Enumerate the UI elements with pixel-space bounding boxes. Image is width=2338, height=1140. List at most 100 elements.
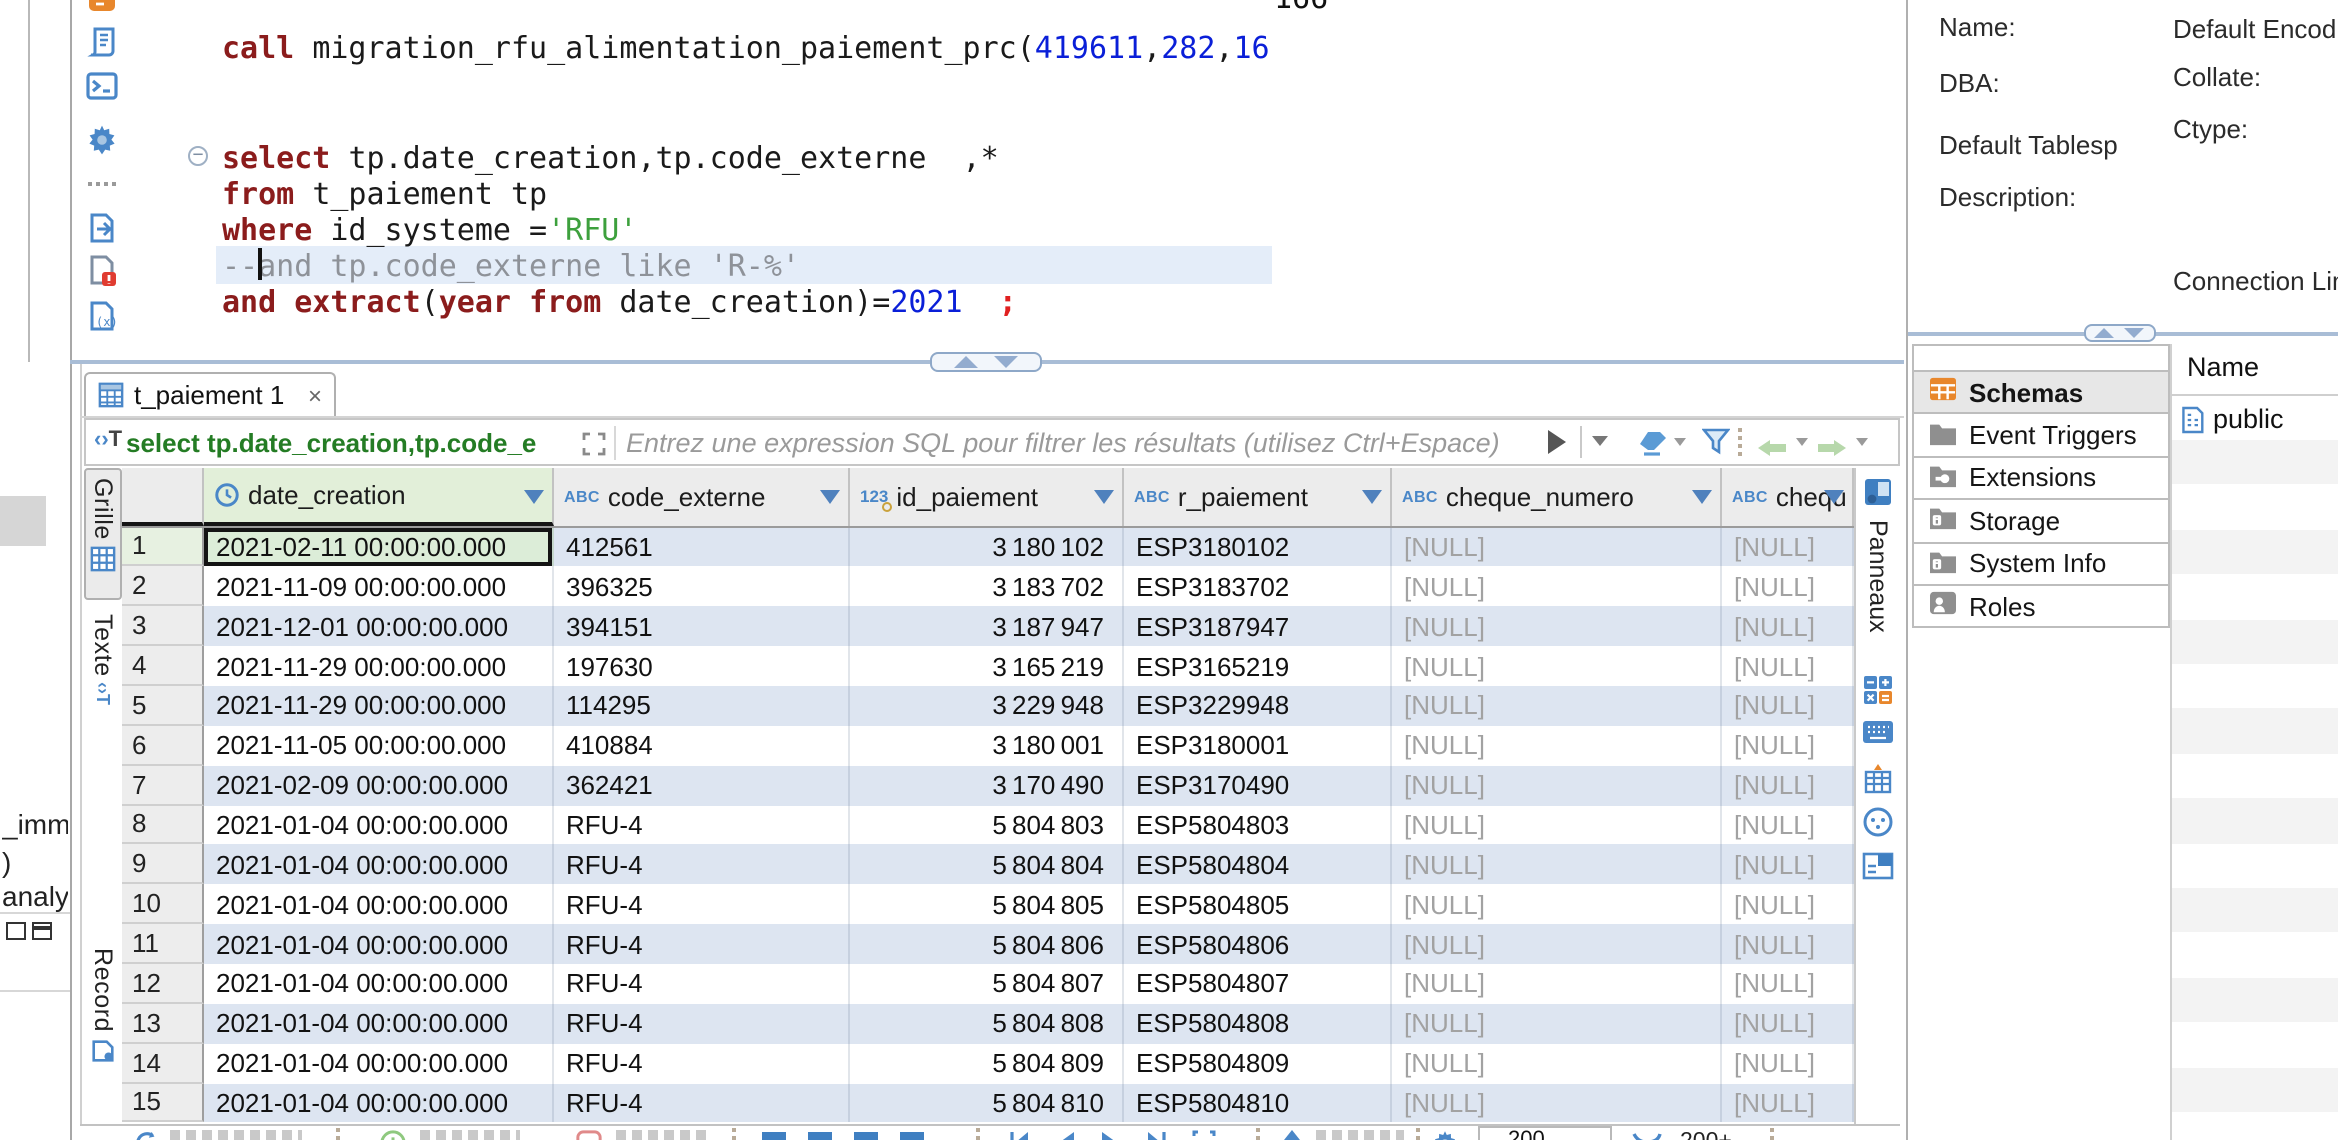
- table-cell[interactable]: RFU-4: [554, 1004, 850, 1044]
- calc-panel-icon[interactable]: [1862, 673, 1894, 705]
- previous-result-icon[interactable]: [1754, 432, 1790, 468]
- row-number[interactable]: 3: [122, 606, 204, 646]
- table-cell[interactable]: [NULL]: [1722, 845, 1854, 885]
- table-cell[interactable]: ESP5804805: [1124, 884, 1392, 924]
- export-document-icon[interactable]: [86, 212, 118, 244]
- table-cell[interactable]: [NULL]: [1392, 765, 1722, 805]
- table-cell[interactable]: 5 804 804: [850, 845, 1124, 885]
- table-cell[interactable]: 2021-02-11 00:00:00.000: [204, 527, 554, 567]
- table-cell[interactable]: [NULL]: [1722, 964, 1854, 1004]
- table-cell[interactable]: 2021-11-05 00:00:00.000: [204, 726, 554, 766]
- table-cell[interactable]: [NULL]: [1392, 567, 1722, 607]
- table-cell[interactable]: ESP3183702: [1124, 567, 1392, 607]
- table-cell[interactable]: 5 804 809: [850, 1043, 1124, 1083]
- category-item-roles[interactable]: Roles: [1911, 584, 2169, 629]
- refresh-icon[interactable]: [134, 1129, 160, 1140]
- table-cell[interactable]: ESP5804809: [1124, 1043, 1392, 1083]
- table-row[interactable]: 52021-11-29 00:00:00.0001142953 229 948E…: [122, 686, 1854, 726]
- collapse-up-icon[interactable]: [2094, 327, 2114, 337]
- table-cell[interactable]: [NULL]: [1392, 646, 1722, 686]
- table-cell[interactable]: 396325: [554, 567, 850, 607]
- table-cell[interactable]: [NULL]: [1722, 1043, 1854, 1083]
- table-cell[interactable]: 2021-01-04 00:00:00.000: [204, 884, 554, 924]
- table-cell[interactable]: 3 180 001: [850, 726, 1124, 766]
- table-cell[interactable]: 2021-01-04 00:00:00.000: [204, 805, 554, 845]
- table-cell[interactable]: [NULL]: [1722, 686, 1854, 726]
- sort-dropdown-icon[interactable]: [1094, 489, 1114, 503]
- table-cell[interactable]: 2021-12-01 00:00:00.000: [204, 606, 554, 646]
- row-number[interactable]: 4: [122, 646, 204, 686]
- table-cell[interactable]: RFU-4: [554, 924, 850, 964]
- table-cell[interactable]: 5 804 807: [850, 964, 1124, 1004]
- filter-funnel-icon[interactable]: [1702, 428, 1730, 466]
- table-cell[interactable]: ESP3170490: [1124, 765, 1392, 805]
- table-cell[interactable]: ESP5804810: [1124, 1083, 1392, 1123]
- table-cell[interactable]: RFU-4: [554, 884, 850, 924]
- table-cell[interactable]: 3 165 219: [850, 646, 1124, 686]
- table-row[interactable]: 62021-11-05 00:00:00.0004108843 180 001E…: [122, 726, 1854, 766]
- row-number[interactable]: 15: [122, 1083, 204, 1123]
- table-cell[interactable]: ESP3229948: [1124, 686, 1392, 726]
- table-cell[interactable]: [NULL]: [1392, 1083, 1722, 1123]
- tab-close-icon[interactable]: ×: [308, 381, 322, 409]
- export-results-icon[interactable]: [1280, 1129, 1304, 1140]
- table-cell[interactable]: 394151: [554, 606, 850, 646]
- table-cell[interactable]: [NULL]: [1722, 805, 1854, 845]
- filter-history-dropdown-icon[interactable]: [1592, 436, 1608, 446]
- row-number[interactable]: 11: [122, 924, 204, 964]
- column-header-chequ[interactable]: ABCchequ: [1722, 467, 1854, 525]
- row-number[interactable]: 5: [122, 686, 204, 726]
- table-cell[interactable]: 2021-11-09 00:00:00.000: [204, 567, 554, 607]
- clear-filter-dropdown-icon[interactable]: [1674, 438, 1686, 446]
- row-number[interactable]: 8: [122, 805, 204, 845]
- table-cell[interactable]: ESP3180102: [1124, 527, 1392, 567]
- table-cell[interactable]: [NULL]: [1392, 606, 1722, 646]
- table-row[interactable]: 82021-01-04 00:00:00.000RFU-45 804 803ES…: [122, 805, 1854, 845]
- table-cell[interactable]: [NULL]: [1722, 527, 1854, 567]
- table-cell[interactable]: [NULL]: [1392, 805, 1722, 845]
- table-row[interactable]: 112021-01-04 00:00:00.000RFU-45 804 806E…: [122, 924, 1854, 964]
- sort-dropdown-icon[interactable]: [820, 489, 840, 503]
- gear-icon[interactable]: [86, 124, 118, 156]
- table-cell[interactable]: [NULL]: [1392, 884, 1722, 924]
- code-line[interactable]: select tp.date_creation,tp.code_externe …: [222, 139, 999, 175]
- sql-script-icon[interactable]: [86, 26, 118, 58]
- table-cell[interactable]: ESP3180001: [1124, 726, 1392, 766]
- column-header-r_paiement[interactable]: ABCr_paiement: [1124, 467, 1392, 525]
- next-result-icon[interactable]: [1814, 432, 1850, 468]
- table-cell[interactable]: RFU-4: [554, 964, 850, 1004]
- row-number[interactable]: 7: [122, 765, 204, 805]
- table-cell[interactable]: 3 180 102: [850, 527, 1124, 567]
- table-cell[interactable]: 2021-01-04 00:00:00.000: [204, 924, 554, 964]
- row-number[interactable]: 9: [122, 845, 204, 885]
- refresh-grid-panel-icon[interactable]: [1862, 761, 1894, 793]
- table-cell[interactable]: 2021-01-04 00:00:00.000: [204, 964, 554, 1004]
- table-cell[interactable]: [NULL]: [1392, 845, 1722, 885]
- schema-row-public[interactable]: public: [2179, 398, 2338, 440]
- table-cell[interactable]: [NULL]: [1392, 1004, 1722, 1044]
- script-orange-icon[interactable]: [86, 0, 118, 14]
- delete-row-icon[interactable]: [576, 1129, 602, 1140]
- table-cell[interactable]: 5 804 806: [850, 924, 1124, 964]
- document-error-icon[interactable]: [86, 254, 118, 286]
- column-header-id_paiement[interactable]: 123id_paiement: [850, 467, 1124, 525]
- sort-dropdown-icon[interactable]: [1692, 489, 1712, 503]
- table-cell[interactable]: 197630: [554, 646, 850, 686]
- table-cell[interactable]: ESP3187947: [1124, 606, 1392, 646]
- row-number[interactable]: 10: [122, 884, 204, 924]
- row-number[interactable]: 13: [122, 1004, 204, 1044]
- code-line[interactable]: --and tp.code_externe like 'R-%': [222, 247, 800, 283]
- table-row[interactable]: 152021-01-04 00:00:00.000RFU-45 804 810E…: [122, 1083, 1854, 1123]
- sort-dropdown-icon[interactable]: [1824, 489, 1844, 503]
- keyboard-panel-icon[interactable]: [1862, 717, 1894, 749]
- table-cell[interactable]: ESP5804807: [1124, 964, 1392, 1004]
- table-cell[interactable]: [NULL]: [1722, 726, 1854, 766]
- row-number-header[interactable]: [122, 467, 204, 525]
- presentation-tab-grille[interactable]: Grille: [84, 468, 122, 600]
- filter-input-placeholder[interactable]: Entrez une expression SQL pour filtrer l…: [626, 427, 1536, 457]
- code-line[interactable]: from t_paiement tp: [222, 175, 547, 211]
- table-cell[interactable]: RFU-4: [554, 845, 850, 885]
- table-row[interactable]: 72021-02-09 00:00:00.0003624213 170 490E…: [122, 765, 1854, 805]
- table-row[interactable]: 132021-01-04 00:00:00.000RFU-45 804 808E…: [122, 1004, 1854, 1044]
- table-cell[interactable]: 410884: [554, 726, 850, 766]
